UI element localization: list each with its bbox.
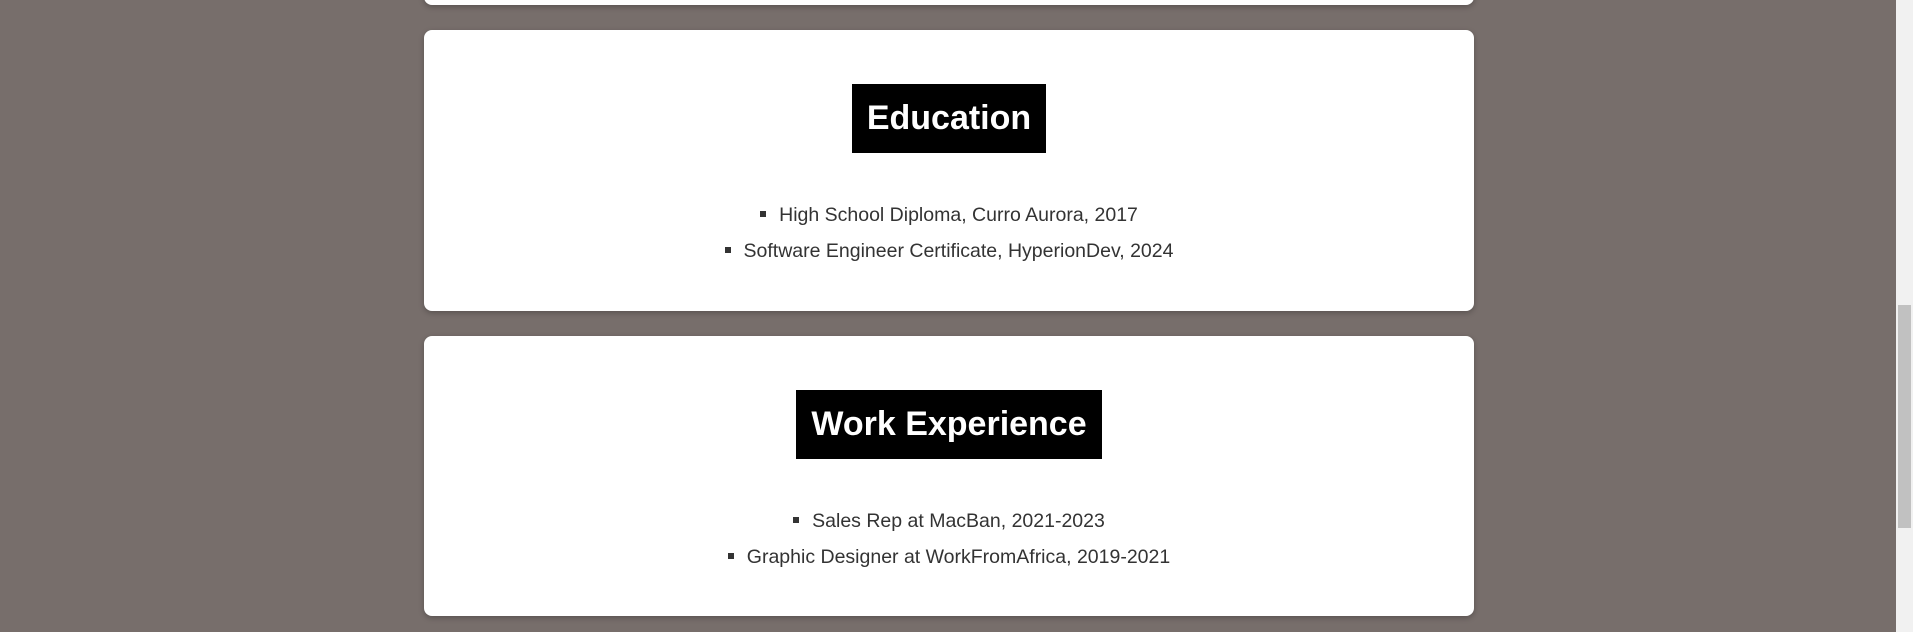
education-section: Education High School Diploma, Curro Aur… (424, 30, 1474, 311)
square-bullet-icon (727, 552, 734, 559)
square-bullet-icon (793, 516, 800, 523)
square-bullet-icon (724, 246, 731, 253)
work-experience-section: Work Experience Sales Rep at MacBan, 202… (424, 336, 1474, 616)
list-item: Graphic Designer at WorkFromAfrica, 2019… (424, 539, 1474, 575)
education-heading: Education (851, 84, 1047, 153)
list-item: Sales Rep at MacBan, 2021-2023 (424, 503, 1474, 539)
education-item-text: Software Engineer Certificate, HyperionD… (743, 240, 1174, 262)
page-viewport: Education High School Diploma, Curro Aur… (0, 0, 1913, 632)
list-item: High School Diploma, Curro Aurora, 2017 (424, 197, 1474, 233)
work-experience-list: Sales Rep at MacBan, 2021-2023 Graphic D… (424, 503, 1474, 575)
scrollbar-thumb[interactable] (1898, 305, 1911, 528)
education-list: High School Diploma, Curro Aurora, 2017 … (424, 197, 1474, 269)
work-experience-heading: Work Experience (796, 390, 1102, 459)
previous-section-card (424, 0, 1474, 5)
work-item-text: Graphic Designer at WorkFromAfrica, 2019… (746, 546, 1171, 568)
vertical-scrollbar[interactable] (1896, 0, 1913, 632)
work-item-text: Sales Rep at MacBan, 2021-2023 (812, 510, 1105, 532)
list-item: Software Engineer Certificate, HyperionD… (424, 233, 1474, 269)
square-bullet-icon (760, 210, 767, 217)
education-item-text: High School Diploma, Curro Aurora, 2017 (779, 204, 1138, 226)
